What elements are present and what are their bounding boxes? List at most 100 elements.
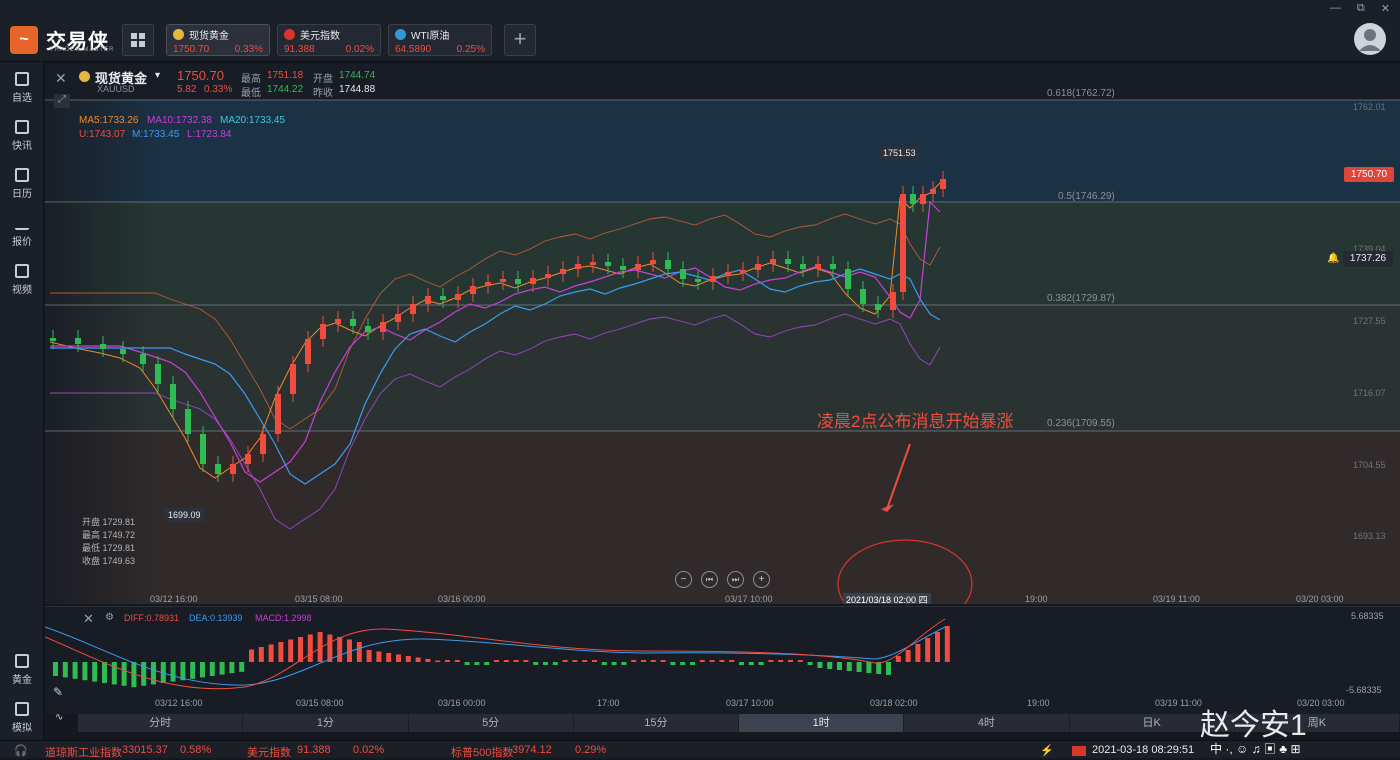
candle-body [515,279,521,284]
macd-bar [915,644,921,662]
tab-usd-index[interactable]: 美元指数 91.388 0.02% [277,24,381,56]
sidebar-item-watchlist[interactable]: 自选 [0,72,44,104]
ma10-legend: MA10:1732.38 [147,115,213,126]
macd-bar [425,659,431,662]
oil-icon [395,29,406,40]
crosshair-time-label: 2021/03/18 02:00 四 [843,593,931,604]
tab-change: 0.25% [456,44,485,55]
sidebar-item-demo[interactable]: 模拟 [0,702,44,734]
pencil-icon[interactable]: ✎ [53,685,63,699]
macd-bar [768,660,774,662]
candlestick-chart[interactable]: ✕ ⤢ 现货黄金 ▾ XAUUSD 1750.70 5.82 0.33% 最高 … [45,64,1400,604]
add-tab-button[interactable]: + [504,24,536,56]
macd-bar [788,660,793,662]
period-15m[interactable]: 15分 [574,714,739,732]
candle-body [530,278,536,284]
macd-panel[interactable]: ✕ ⚙ DIFF:0.78931 DEA:0.13939 MACD:1.2998… [45,606,1400,714]
draw-tool-icon[interactable]: ⤢ [54,94,70,108]
macd-bar [229,662,235,674]
high-label: 最高 [241,74,261,85]
zoom-out-button[interactable]: − [675,571,692,588]
indicator-icon[interactable]: ∿ [55,712,63,723]
macd-bar [170,662,176,682]
macd-time-tick: 03/17 10:00 [726,698,774,708]
layout-grid-button[interactable] [122,24,154,56]
close-chart-icon[interactable]: ✕ [55,70,67,87]
fib-label-236: 0.236(1709.55) [1047,418,1115,429]
wallet-icon [15,702,29,716]
candle-body [830,264,836,269]
ticker-value: 3974.12 [512,744,552,756]
candle-body [350,319,356,326]
open-value: 1744.74 [339,70,376,81]
macd-bar [846,662,852,671]
macd-bar [474,662,480,665]
ticker-change: 0.58% [180,744,212,756]
macd-bar [807,662,813,665]
sidebar-item-news[interactable]: 快讯 [0,120,44,152]
macd-time-tick: 03/15 08:00 [296,698,344,708]
macd-bar [53,662,58,676]
macd-bar [895,656,901,662]
period-4h[interactable]: 4时 [904,714,1070,732]
period-tick[interactable]: 分时 [78,714,244,732]
macd-bar [337,637,343,662]
fib-label-618: 0.618(1762.72) [1047,88,1115,99]
price-axis-tick: 1693.13 [1353,531,1386,541]
macd-value-legend: MACD:1.2998 [255,613,312,623]
macd-bar [219,662,225,675]
macd-bar [200,662,205,678]
sidebar-item-calendar[interactable]: 日历 [0,168,44,200]
scroll-start-button[interactable]: ⏮ [701,571,718,588]
tab-wti-oil[interactable]: WTI原油 64.5890 0.25% [388,24,492,56]
settings-gear-icon[interactable]: ⚙ [105,612,114,623]
chart-line-icon [15,216,29,230]
macd-bar [543,662,548,665]
candle-body [560,269,566,274]
app-logo: ~ 交易侠 TRADER MASTER [10,25,113,54]
candle-body [665,260,671,269]
sidebar-item-gold[interactable]: 黄金 [0,654,44,686]
user-avatar[interactable] [1354,23,1386,55]
macd-bar [268,644,274,662]
macd-bar [641,660,646,662]
macd-bar [592,660,597,662]
macd-bar [621,662,627,665]
macd-time-tick: 03/16 00:00 [438,698,486,708]
ohlc-close: 收盘 1749.63 [82,556,136,566]
chevron-down-icon[interactable]: ▾ [155,70,160,81]
minimize-icon[interactable]: — [1330,2,1341,15]
macd-bar [552,662,558,665]
bell-icon[interactable]: 🔔 [1327,253,1339,264]
period-1h[interactable]: 1时 [739,714,905,732]
peak-label: 1751.53 [879,146,920,160]
fib-zone-upper [45,202,1400,305]
candle-body [75,338,81,344]
scroll-end-button[interactable]: ⏭ [727,571,744,588]
zoom-in-button[interactable]: + [753,571,770,588]
maximize-icon[interactable]: ⧉ [1357,2,1365,15]
close-icon[interactable]: ✕ [1381,2,1390,15]
candle-body [335,319,341,324]
sidebar-item-quotes[interactable]: 报价 [0,216,44,248]
tab-label: 美元指数 [300,31,340,42]
candle-body [900,194,906,292]
candle-body [395,314,401,322]
star-list-icon [15,72,29,86]
macd-bar [601,662,607,665]
headset-icon[interactable]: 🎧 [14,744,28,757]
macd-bar [327,634,333,662]
tab-gold[interactable]: 现货黄金 1750.70 0.33% [166,24,270,56]
period-5m[interactable]: 5分 [409,714,574,732]
alert-price-tag[interactable]: 1737.26 [1343,251,1393,267]
macd-bar [631,660,637,662]
price-change-pct: 0.33% [204,84,233,95]
candle-body [815,264,821,269]
period-1m[interactable]: 1分 [243,714,409,732]
candle-body [650,260,656,264]
time-axis-tick: 19:00 [1025,594,1048,604]
candle-body [740,270,746,273]
close-macd-icon[interactable]: ✕ [83,611,94,627]
sidebar-item-video[interactable]: 视频 [0,264,44,296]
candle-body [185,409,191,434]
